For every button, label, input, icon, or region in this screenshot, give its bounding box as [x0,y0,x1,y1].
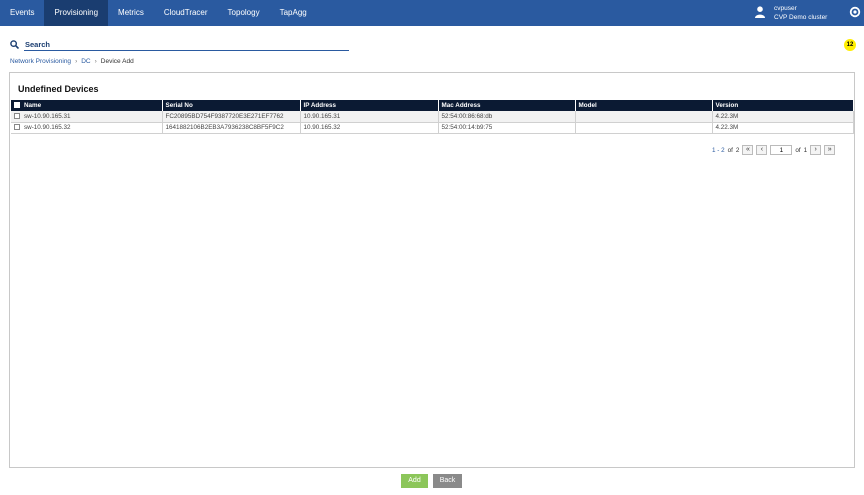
pager-page-of-label: of [795,146,801,154]
breadcrumb: Network Provisioning › DC › Device Add [10,58,134,65]
cell-model [575,122,713,134]
column-header-ip[interactable]: IP Address [300,100,439,111]
cell-serial: FC20895BD754F9387720E3E271EF7762 [162,111,301,123]
panel-title: Undefined Devices [18,84,99,94]
user-info[interactable]: cvpuser CVP Demo cluster [774,4,827,22]
back-button[interactable]: Back [433,474,462,488]
device-name: sw-10.90.165.32 [24,124,71,131]
search-input[interactable] [24,38,349,51]
top-nav-bar: Events Provisioning Metrics CloudTracer … [0,0,864,26]
pager-total: 2 [735,146,740,154]
next-page-button[interactable]: › [810,145,822,155]
cell-version: 4.22.3M [712,111,854,123]
devices-table: Name Serial No IP Address Mac Address Mo… [11,100,854,134]
cell-ip: 10.90.165.32 [300,122,439,134]
cell-serial: 1641882106B2EB3A7936238C8BF5F9C2 [162,122,301,134]
cell-ip: 10.90.165.31 [300,111,439,123]
column-header-version[interactable]: Version [712,100,854,111]
nav-tapagg[interactable]: TapAgg [270,0,317,26]
table-row[interactable]: sw-10.90.165.32 1641882106B2EB3A7936238C… [11,122,854,134]
user-icon[interactable] [755,6,765,18]
pagination: 1 - 2 of 2 « ‹ of 1 › » [712,145,836,155]
notification-badge[interactable]: 12 [844,39,856,51]
gear-icon[interactable] [849,6,861,18]
undefined-devices-panel: Undefined Devices Name Serial No IP Addr… [9,72,855,468]
last-page-button[interactable]: » [824,145,836,155]
select-all-checkbox[interactable] [14,102,20,109]
breadcrumb-dc[interactable]: DC [81,58,90,65]
table-header-row: Name Serial No IP Address Mac Address Mo… [11,100,854,111]
pager-range: 1 - 2 [712,146,725,154]
row-checkbox[interactable] [14,113,20,120]
cell-version: 4.22.3M [712,122,854,134]
chevron-right-icon: › [94,58,97,65]
nav-topology[interactable]: Topology [218,0,270,26]
prev-page-button[interactable]: ‹ [756,145,768,155]
nav-provisioning[interactable]: Provisioning [44,0,109,26]
column-header-serial[interactable]: Serial No [162,100,301,111]
cell-mac: 52:54:00:86:68:db [438,111,576,123]
pager-of-label: of [727,146,733,154]
user-name: cvpuser [774,5,797,12]
column-label: Name [24,102,42,109]
cell-name: sw-10.90.165.32 [11,122,163,134]
page-number-input[interactable] [770,145,793,155]
pager-pages: 1 [803,146,808,154]
column-header-name[interactable]: Name [11,100,163,111]
nav-metrics[interactable]: Metrics [108,0,154,26]
breadcrumb-current: Device Add [100,58,134,65]
column-header-model[interactable]: Model [575,100,713,111]
user-cluster: CVP Demo cluster [774,14,828,21]
table-row[interactable]: sw-10.90.165.31 FC20895BD754F9387720E3E2… [11,111,854,123]
cell-model [575,111,713,123]
cell-name: sw-10.90.165.31 [11,111,163,123]
nav-cloudtracer[interactable]: CloudTracer [154,0,218,26]
add-button[interactable]: Add [401,474,428,488]
chevron-right-icon: › [75,58,78,65]
breadcrumb-network-provisioning[interactable]: Network Provisioning [10,58,71,65]
nav-events[interactable]: Events [0,0,44,26]
search-icon [10,40,19,49]
column-header-mac[interactable]: Mac Address [438,100,576,111]
first-page-button[interactable]: « [742,145,754,155]
cell-mac: 52:54:00:14:b9:75 [438,122,576,134]
device-name: sw-10.90.165.31 [24,112,71,120]
row-checkbox[interactable] [14,124,20,131]
main-nav: Events Provisioning Metrics CloudTracer … [0,0,317,26]
